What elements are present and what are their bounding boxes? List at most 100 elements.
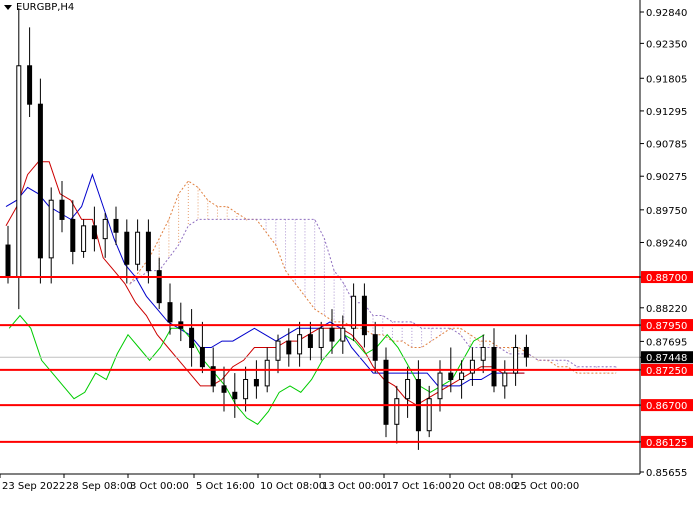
candle xyxy=(81,219,87,258)
candle xyxy=(469,347,475,386)
candle xyxy=(480,334,486,374)
y-tick-label: 0.89240 xyxy=(646,238,687,249)
candle-body xyxy=(523,346,529,358)
y-tick-label: 0.90275 xyxy=(646,172,687,183)
candle xyxy=(502,360,508,399)
candle-body xyxy=(329,327,335,342)
candle-body xyxy=(221,385,227,393)
candle-body xyxy=(124,231,130,265)
level-label: 0.86125 xyxy=(646,438,687,449)
candle-body xyxy=(113,218,119,233)
candle xyxy=(27,27,33,117)
dropdown-icon[interactable] xyxy=(4,5,12,10)
candle-body xyxy=(37,103,43,259)
symbol-title-box[interactable]: EURGBP,H4 xyxy=(4,2,74,13)
candle-body xyxy=(502,372,508,387)
y-tick-label: 0.91805 xyxy=(646,74,687,85)
candle xyxy=(16,8,22,310)
candle xyxy=(394,385,400,444)
current-price-label: 0.87448 xyxy=(646,353,687,364)
x-tick-label: 3 Oct 00:00 xyxy=(130,481,189,492)
candle-body xyxy=(91,225,97,240)
y-tick-label: 0.89750 xyxy=(646,206,687,217)
x-tick-label: 5 Oct 16:00 xyxy=(196,481,255,492)
level-label: 0.88700 xyxy=(646,273,687,284)
candle xyxy=(5,225,11,284)
y-tick-label: 0.92350 xyxy=(646,39,687,50)
candle xyxy=(199,321,205,374)
candle-body xyxy=(59,199,65,220)
candle xyxy=(513,334,519,386)
candle xyxy=(491,328,497,393)
x-tick-label: 28 Sep 08:00 xyxy=(66,481,133,492)
candle-body xyxy=(351,295,357,329)
candle-body xyxy=(372,334,378,361)
candle xyxy=(189,309,195,367)
candle xyxy=(459,360,465,399)
axes: 0.92840 0.92350 0.91805 0.91295 0.90785 0.902… xyxy=(0,0,693,492)
candle-body xyxy=(297,334,303,355)
x-tick-label: 13 Oct 00:00 xyxy=(322,481,387,492)
x-tick-label: 10 Oct 08:00 xyxy=(260,481,325,492)
candle-body xyxy=(307,334,313,348)
candle-body xyxy=(16,65,22,278)
candle xyxy=(340,315,346,354)
candle-body xyxy=(437,372,443,400)
y-tick-label: 0.85655 xyxy=(646,468,687,479)
candle xyxy=(124,219,130,284)
candle-body xyxy=(459,372,465,380)
chart-area[interactable]: 0.92840 0.92350 0.91805 0.91295 0.90785 0.902… xyxy=(0,0,700,500)
candle-body xyxy=(426,398,432,432)
candle-body xyxy=(361,295,367,336)
candle-body xyxy=(253,378,259,387)
candle-body xyxy=(491,346,497,387)
candle-body xyxy=(394,398,400,425)
candle-body xyxy=(199,346,205,368)
x-tick-label: 23 Sep 2022 xyxy=(2,481,65,492)
candle-body xyxy=(5,244,11,278)
candles xyxy=(5,8,529,450)
x-tick-label: 17 Oct 16:00 xyxy=(386,481,451,492)
candle xyxy=(351,283,357,342)
candle-body xyxy=(243,378,249,400)
candle-body xyxy=(145,231,151,272)
tenkan-line xyxy=(5,173,525,387)
candle xyxy=(253,360,259,399)
candle xyxy=(91,206,97,252)
candle xyxy=(37,78,43,284)
y-tick-label: 0.92840 xyxy=(646,8,687,19)
candle xyxy=(59,181,65,233)
candle-body xyxy=(275,340,281,361)
candle-body xyxy=(318,327,324,348)
candle-body xyxy=(189,327,195,348)
candle-body xyxy=(286,340,292,355)
candle xyxy=(307,321,313,361)
candle xyxy=(383,347,389,438)
candle-body xyxy=(167,302,173,323)
candle-body xyxy=(405,378,411,400)
candle xyxy=(523,334,529,367)
candle xyxy=(437,360,443,412)
candle-body xyxy=(48,199,54,259)
candle-body xyxy=(102,218,108,240)
candle xyxy=(135,219,141,271)
candle xyxy=(102,213,108,258)
x-tick-label: 20 Oct 08:00 xyxy=(452,481,517,492)
candle xyxy=(156,257,162,310)
level-label: 0.87250 xyxy=(646,366,687,377)
symbol-title: EURGBP,H4 xyxy=(16,2,75,13)
candle xyxy=(426,385,432,438)
candle xyxy=(178,302,184,342)
y-tick-label: 0.90785 xyxy=(646,140,687,151)
candle xyxy=(167,283,173,335)
candle-body xyxy=(156,270,162,304)
candle-body xyxy=(340,327,346,342)
candle-body xyxy=(448,372,454,380)
candle xyxy=(48,187,54,284)
candle xyxy=(70,200,76,265)
candle-body xyxy=(480,346,486,361)
candle xyxy=(372,321,378,374)
candle xyxy=(145,219,151,284)
candle-body xyxy=(27,65,33,105)
chart-canvas[interactable]: 0.92840 0.92350 0.91805 0.91295 0.90785 0.902… xyxy=(0,0,700,500)
